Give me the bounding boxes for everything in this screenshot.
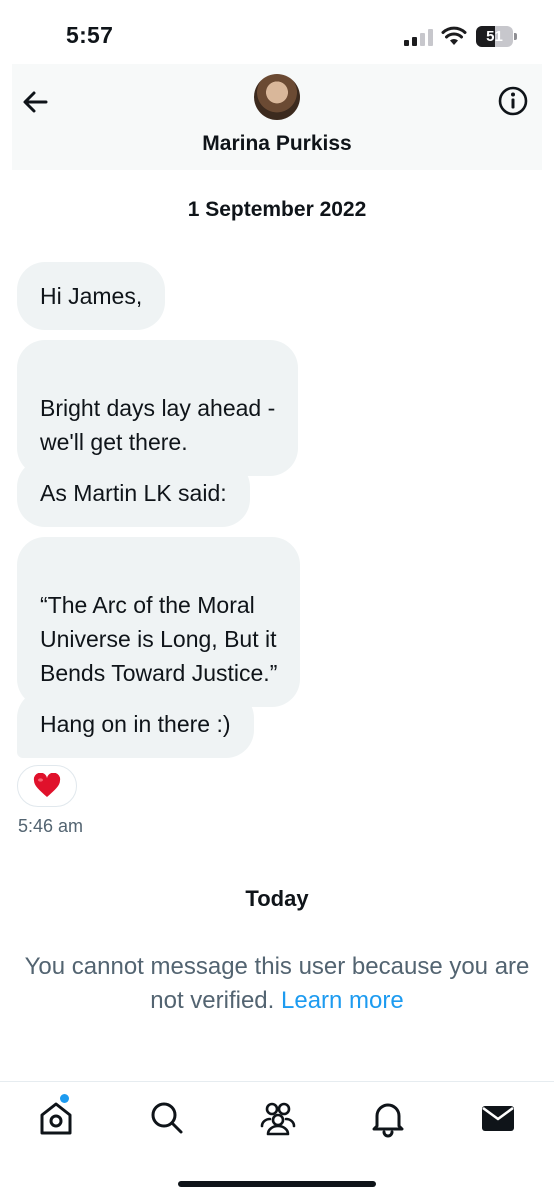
heart-icon <box>33 773 61 797</box>
home-icon[interactable] <box>36 1098 76 1138</box>
message-text: “The Arc of the Moral Universe is Long, … <box>40 592 278 686</box>
cellular-signal-icon <box>404 29 433 46</box>
message-text: As Martin LK said: <box>40 480 227 506</box>
message-timestamp: 5:46 am <box>18 816 84 836</box>
communities-icon[interactable] <box>258 1098 298 1138</box>
conversation-header: Marina Purkiss <box>12 64 542 170</box>
verification-notice: You cannot message this user because you… <box>20 950 534 1018</box>
message-bubble[interactable]: Bright days lay ahead - we'll get there. <box>17 340 299 476</box>
message-text: Bright days lay ahead - we'll get there. <box>40 395 276 455</box>
message-bubble[interactable]: As Martin LK said: <box>17 459 250 527</box>
battery-level: 51 <box>486 28 503 45</box>
dm-conversation-screen: 5:57 51 Marina Purkiss 1 September 2022 … <box>0 0 554 1200</box>
home-notification-dot <box>60 1094 69 1103</box>
back-arrow-icon[interactable] <box>16 82 56 122</box>
home-indicator <box>178 1181 376 1187</box>
search-icon[interactable] <box>147 1098 187 1138</box>
date-divider: 1 September 2022 <box>187 198 367 221</box>
contact-name[interactable]: Marina Purkiss <box>12 132 542 156</box>
heart-reaction[interactable] <box>17 765 77 807</box>
messages-envelope-icon[interactable] <box>478 1098 518 1138</box>
today-divider: Today <box>245 886 309 911</box>
avatar[interactable] <box>254 74 300 120</box>
message-text: Hi James, <box>40 283 143 309</box>
status-time: 5:57 <box>66 22 114 48</box>
info-icon[interactable] <box>496 84 530 118</box>
message-bubble[interactable]: Hang on in there :) <box>17 690 254 758</box>
wifi-icon <box>441 26 467 45</box>
message-bubble[interactable]: Hi James, <box>17 262 166 330</box>
message-bubble[interactable]: “The Arc of the Moral Universe is Long, … <box>17 537 301 707</box>
message-text: Hang on in there :) <box>40 711 231 737</box>
battery-indicator: 51 <box>476 26 518 47</box>
notifications-bell-icon[interactable] <box>368 1098 408 1138</box>
learn-more-link[interactable]: Learn more <box>281 987 404 1014</box>
status-bar: 5:57 51 <box>0 0 554 70</box>
notice-text: You cannot message this user because you… <box>24 953 530 1014</box>
